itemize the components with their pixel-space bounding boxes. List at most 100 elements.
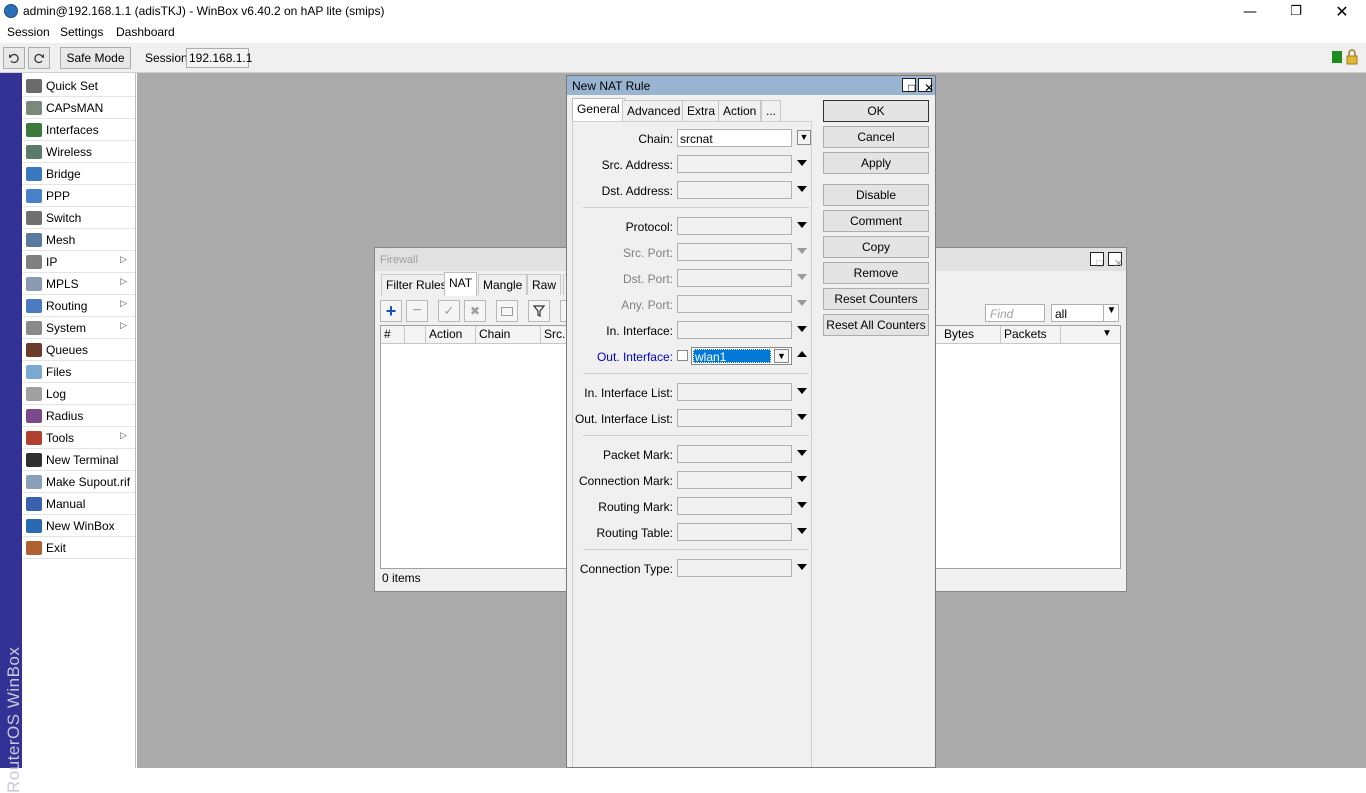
src-address-field[interactable] [677,155,792,173]
collapse-up-icon[interactable] [797,351,807,357]
comment-button[interactable] [496,300,518,322]
nat-maximize-button[interactable]: □ [902,78,916,94]
sidebar-item-quick-set[interactable]: Quick Set [22,75,135,97]
col-action[interactable]: Action [426,326,476,344]
routing-table-field[interactable] [677,523,792,541]
ok-button[interactable]: OK [823,100,929,122]
in-interface-field[interactable] [677,321,792,339]
sidebar-item-ip[interactable]: IP ▷ [22,251,135,273]
connection-mark-expand-icon[interactable] [797,476,807,482]
find-input[interactable]: Find [985,304,1045,322]
any-port-field[interactable] [677,295,792,313]
reset-counters-button[interactable]: Reset Counters [823,288,929,310]
filter-button[interactable] [528,300,550,322]
disable-button[interactable]: ✖ [464,300,486,322]
routing-mark-field[interactable] [677,497,792,515]
apply-button[interactable]: Apply [823,152,929,174]
out-interface-list-field[interactable] [677,409,792,427]
protocol-field[interactable] [677,217,792,235]
nat-title-bar[interactable]: New NAT Rule □ ✕ [567,76,935,95]
tab-advanced[interactable]: Advanced [622,100,686,121]
menu-dashboard[interactable]: Dashboard [116,25,175,39]
connection-type-expand-icon[interactable] [797,564,807,570]
reset-all-counters-button[interactable]: Reset All Counters [823,314,929,336]
in-interface-list-expand-icon[interactable] [797,388,807,394]
sidebar-item-bridge[interactable]: Bridge [22,163,135,185]
sidebar-item-exit[interactable]: Exit [22,537,135,559]
out-interface-select[interactable]: wlan1 ▼ [691,347,792,365]
sidebar-item-tools[interactable]: Tools ▷ [22,427,135,449]
col-bytes[interactable]: Bytes [941,326,1001,344]
undo-button[interactable] [3,47,25,69]
sidebar-item-manual[interactable]: Manual [22,493,135,515]
tab-action[interactable]: Action [718,100,762,121]
col-flag[interactable] [405,326,426,344]
connection-type-field[interactable] [677,559,792,577]
sidebar-item-queues[interactable]: Queues [22,339,135,361]
col-chain[interactable]: Chain [476,326,541,344]
comment-button[interactable]: Comment [823,210,929,232]
dst-port-field[interactable] [677,269,792,287]
packet-mark-field[interactable] [677,445,792,463]
copy-button[interactable]: Copy [823,236,929,258]
disable-button[interactable]: Disable [823,184,929,206]
in-interface-expand-icon[interactable] [797,326,807,332]
tab-extra[interactable]: Extra [682,100,721,121]
out-interface-negate-checkbox[interactable] [677,350,688,361]
safe-mode-button[interactable]: Safe Mode [60,47,131,69]
remove-button[interactable]: − [406,300,428,322]
enable-button[interactable]: ✓ [438,300,460,322]
sidebar-item-new-winbox[interactable]: New WinBox [22,515,135,537]
chain-dropdown-button[interactable]: ▼ [797,130,811,145]
sidebar-item-capsman[interactable]: CAPsMAN [22,97,135,119]
filter-select[interactable]: all ▼ [1051,304,1119,322]
sidebar-item-ppp[interactable]: PPP [22,185,135,207]
remove-button[interactable]: Remove [823,262,929,284]
out-interface-list-expand-icon[interactable] [797,414,807,420]
sidebar-item-interfaces[interactable]: Interfaces [22,119,135,141]
close-window-button[interactable]: ✕ [1319,0,1365,23]
dst-address-field[interactable] [677,181,792,199]
tab-mangle[interactable]: Mangle [478,274,528,295]
tab-more[interactable]: ... [761,100,782,121]
routing-mark-expand-icon[interactable] [797,502,807,508]
tab-filter-rules[interactable]: Filter Rules [381,274,452,295]
sidebar-item-routing[interactable]: Routing ▷ [22,295,135,317]
col-packets[interactable]: Packets [1001,326,1061,344]
tab-general[interactable]: General [572,98,625,122]
protocol-expand-icon[interactable] [797,222,807,228]
menu-session[interactable]: Session [7,25,50,39]
menu-settings[interactable]: Settings [60,25,103,39]
tab-nat[interactable]: NAT [444,272,478,296]
column-menu-icon[interactable]: ▼ [1102,328,1112,339]
sidebar-item-log[interactable]: Log [22,383,135,405]
src-address-expand-icon[interactable] [797,160,807,166]
session-field[interactable]: 192.168.1.1 [186,48,252,68]
in-interface-list-field[interactable] [677,383,792,401]
sidebar-item-make-supout-rif[interactable]: Make Supout.rif [22,471,135,493]
chain-field[interactable]: srcnat [677,129,792,147]
nat-close-button[interactable]: ✕ [918,78,934,94]
firewall-maximize-button[interactable]: □ [1090,252,1104,270]
firewall-close-button[interactable]: ✕ [1108,252,1123,270]
routing-table-expand-icon[interactable] [797,528,807,534]
add-button[interactable]: + [380,300,402,322]
sidebar-item-mesh[interactable]: Mesh [22,229,135,251]
chevron-down-icon[interactable]: ▼ [774,349,789,363]
src-port-field[interactable] [677,243,792,261]
sidebar-item-system[interactable]: System ▷ [22,317,135,339]
redo-button[interactable] [28,47,50,69]
dst-address-expand-icon[interactable] [797,186,807,192]
sidebar-item-wireless[interactable]: Wireless [22,141,135,163]
sidebar-item-switch[interactable]: Switch [22,207,135,229]
cancel-button[interactable]: Cancel [823,126,929,148]
sidebar-item-files[interactable]: Files [22,361,135,383]
packet-mark-expand-icon[interactable] [797,450,807,456]
tab-raw[interactable]: Raw [527,274,562,295]
sidebar-item-radius[interactable]: Radius [22,405,135,427]
sidebar-item-new-terminal[interactable]: New Terminal [22,449,135,471]
col-number[interactable]: # [381,326,405,344]
minimize-button[interactable]: — [1227,0,1273,23]
restore-button[interactable]: ❐ [1273,0,1319,23]
sidebar-item-mpls[interactable]: MPLS ▷ [22,273,135,295]
